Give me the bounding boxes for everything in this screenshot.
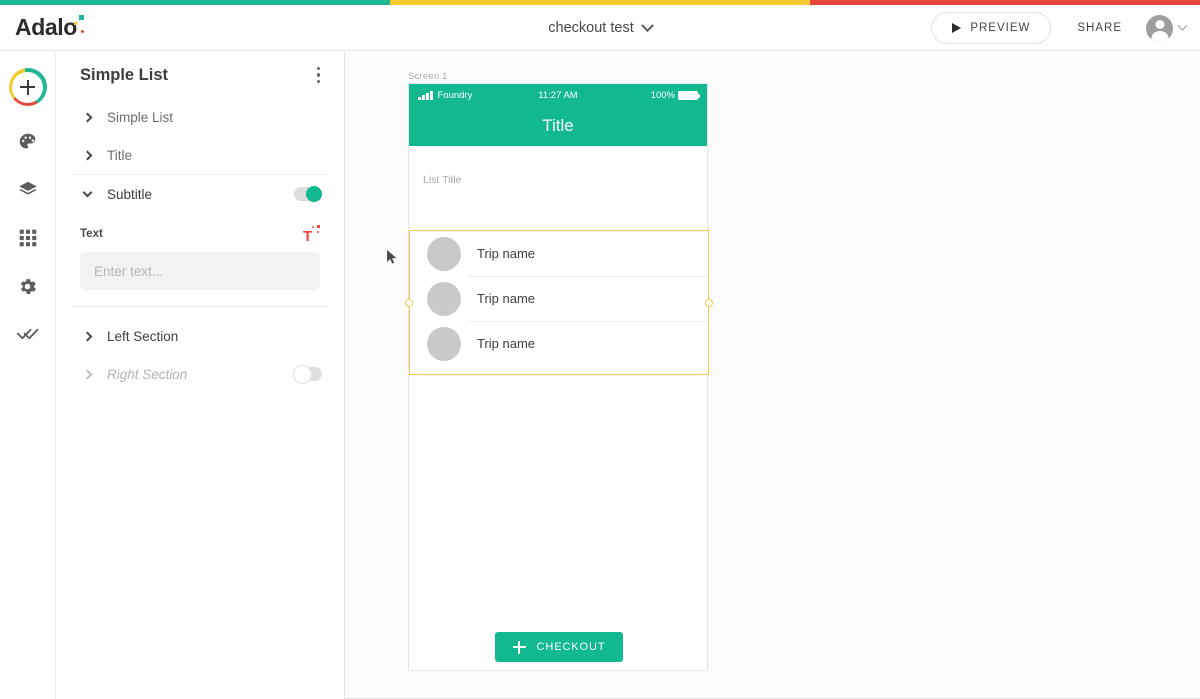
avatar-placeholder-icon [427,326,461,361]
add-component-button[interactable] [8,68,47,106]
battery-group: 100% [650,89,700,101]
phone-status-bar: Foundry 11:27 AM 100% [409,84,707,106]
plus-icon [512,640,526,654]
chevron-right-icon [82,331,93,341]
text-field-label: Text [80,228,103,240]
plus-icon [12,71,43,103]
screen-label: Screen 1 [408,71,448,82]
project-title: checkout test [548,20,634,36]
list-item-label: Trip name [477,291,536,306]
top-bar: Adalo checkout test PREVIEW SHARE [0,5,1200,51]
simple-list-component[interactable]: Trip name Trip name Trip name [405,230,713,375]
panel-row-label: Simple List [107,109,174,125]
list-item[interactable]: Trip name [410,321,708,366]
kebab-menu-icon[interactable] [313,63,325,88]
account-chevron-down-icon [1177,20,1188,31]
list-item[interactable]: Trip name [410,231,708,276]
chevron-right-icon [82,112,93,122]
panel-row-label: Right Section [107,366,188,382]
play-icon [952,23,962,33]
checkout-button-label: CHECKOUT [536,641,606,653]
battery-percent-label: 100% [650,89,675,101]
avatar-placeholder-icon [427,281,461,316]
list-item-label: Trip name [477,246,536,261]
subtitle-field-header: Text T [80,225,320,244]
magic-text-icon[interactable]: T [302,225,320,244]
panel-row-simple-list[interactable]: Simple List [56,98,344,136]
list-item[interactable]: Trip name [410,276,708,321]
phone-preview[interactable]: Foundry 11:27 AM 100% Title List Title T… [405,83,713,671]
panel-row-label: Title [107,147,133,163]
panel-row-label: Subtitle [107,186,153,202]
preview-button[interactable]: PREVIEW [931,12,1052,44]
panel-header: Simple List [56,52,344,98]
panel-row-label: Left Section [107,328,179,344]
battery-full-icon [678,90,700,100]
subtitle-text-field-block: Text T [56,213,344,306]
chevron-right-icon [82,150,93,160]
rail-item-settings[interactable] [16,274,40,298]
panel-row-right-section[interactable]: Right Section [56,355,344,393]
chevron-down-icon [82,187,93,198]
app-root: Adalo checkout test PREVIEW SHARE Simple… [0,0,1200,699]
phone-header-bar[interactable]: Title [409,106,707,146]
list-title-area[interactable]: List Title [409,146,707,192]
rail-item-screens[interactable] [16,178,40,202]
rail-item-publish[interactable] [16,322,40,346]
resize-handle-right[interactable] [705,298,713,307]
design-canvas[interactable]: Screen 1 Foundry 11:27 AM 100% Title Lis… [345,52,1200,699]
top-bar-actions: PREVIEW SHARE [931,5,1188,51]
panel-row-subtitle[interactable]: Subtitle [56,175,344,213]
rail-item-branding[interactable] [16,130,40,154]
resize-handle-left[interactable] [405,298,413,307]
list-title: List Title [423,174,462,186]
share-button-label: SHARE [1077,22,1122,34]
icon-rail [0,52,56,699]
right-section-toggle[interactable] [293,365,322,384]
panel-title: Simple List [80,65,169,84]
chevron-right-icon [82,369,93,379]
account-menu[interactable] [1142,14,1188,42]
share-button[interactable]: SHARE [1051,22,1142,34]
double-check-icon [16,328,38,340]
layers-icon [18,181,37,195]
phone-header-title: Title [542,116,574,135]
panel-row-left-section[interactable]: Left Section [56,317,344,355]
list-item-label: Trip name [477,336,536,351]
gear-icon [20,278,36,294]
palette-icon [19,133,35,149]
grid-icon [19,229,36,247]
checkout-button[interactable]: CHECKOUT [495,632,623,662]
subtitle-toggle[interactable] [294,186,322,202]
rail-item-database[interactable] [16,226,40,250]
subtitle-text-input[interactable] [80,252,320,290]
properties-panel: Simple List Simple List Title Subtitle T… [56,52,345,699]
chevron-down-icon[interactable] [640,18,654,32]
avatar-placeholder-icon [427,236,461,271]
panel-row-title[interactable]: Title [56,136,344,174]
panel-divider [72,306,328,307]
avatar-icon [1146,14,1173,42]
preview-button-label: PREVIEW [970,22,1031,34]
